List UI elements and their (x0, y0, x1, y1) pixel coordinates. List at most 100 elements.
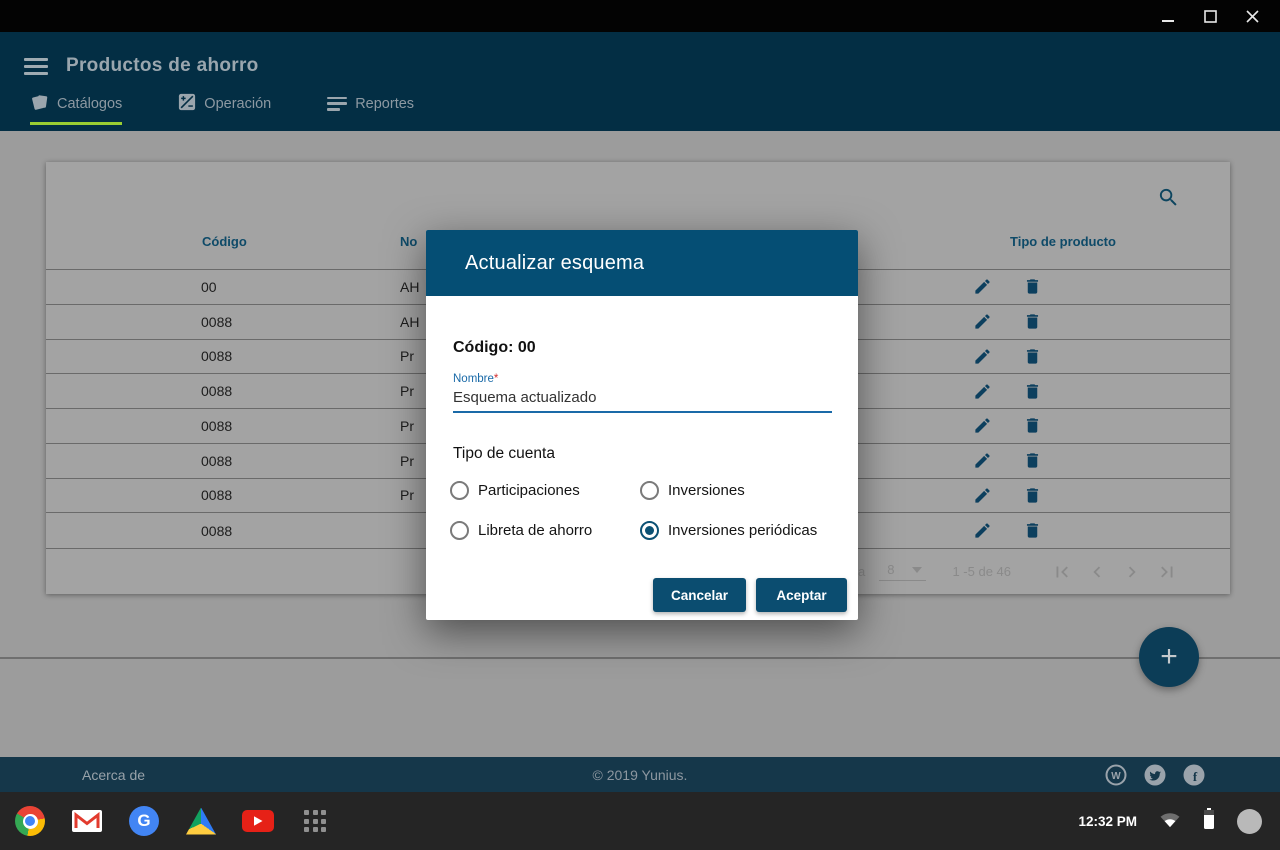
close-icon[interactable] (1238, 2, 1266, 30)
nombre-field-label: Nombre* (453, 373, 498, 385)
window-titlebar (0, 0, 1280, 32)
tab-catalogos[interactable]: Catálogos (30, 93, 122, 125)
maximize-icon[interactable] (1196, 2, 1224, 30)
dialog-header: Actualizar esquema (426, 230, 858, 296)
delete-trash-icon[interactable] (1023, 347, 1042, 366)
tab-bar: Catálogos Operación Reportes (0, 93, 1280, 125)
radio-inversiones[interactable]: Inversiones (640, 481, 817, 500)
system-shelf: G 12:32 PM (0, 792, 1280, 850)
chrome-icon[interactable] (14, 805, 46, 837)
svg-text:W: W (1111, 771, 1121, 782)
gmail-icon[interactable] (71, 805, 103, 837)
reports-icon (327, 97, 347, 111)
content-divider (0, 657, 1280, 659)
column-header-codigo: Código (46, 234, 400, 249)
edit-pencil-icon[interactable] (973, 451, 992, 470)
page-size-select[interactable]: 8 (879, 562, 926, 581)
wordpress-icon[interactable]: W (1105, 764, 1127, 786)
cell-codigo: 0088 (46, 487, 400, 503)
radio-participaciones[interactable]: Participaciones (450, 481, 640, 500)
cell-codigo: 0088 (46, 383, 400, 399)
cell-actions (840, 347, 1174, 366)
about-link[interactable]: Acerca de (82, 767, 145, 783)
cell-actions (840, 416, 1174, 435)
cell-actions (840, 312, 1174, 331)
hamburger-icon[interactable] (24, 54, 48, 79)
minimize-icon[interactable] (1154, 2, 1182, 30)
radio-label: Inversiones periódicas (668, 522, 817, 539)
app-header: Productos de ahorro Catálogos Operación … (0, 32, 1280, 131)
edit-pencil-icon[interactable] (973, 382, 992, 401)
radio-libreta-de-ahorro[interactable]: Libreta de ahorro (450, 521, 640, 540)
operation-icon (178, 93, 196, 115)
radio-label: Participaciones (478, 482, 580, 499)
screen: Productos de ahorro Catálogos Operación … (0, 0, 1280, 850)
chevron-down-icon (912, 567, 922, 573)
delete-trash-icon[interactable] (1023, 312, 1042, 331)
page-size-value: 8 (887, 562, 894, 577)
column-header-tipo-de-producto: Tipo de producto (896, 234, 1230, 249)
radio-circle-icon (640, 521, 659, 540)
cell-actions (840, 277, 1174, 296)
cell-codigo: 00 (46, 279, 400, 295)
cell-actions (840, 486, 1174, 505)
edit-pencil-icon[interactable] (973, 312, 992, 331)
delete-trash-icon[interactable] (1023, 451, 1042, 470)
tab-label: Reportes (355, 96, 414, 112)
accept-button[interactable]: Aceptar (756, 578, 847, 612)
cell-codigo: 0088 (46, 453, 400, 469)
last-page-icon[interactable] (1156, 561, 1178, 583)
tab-reportes[interactable]: Reportes (327, 93, 414, 125)
delete-trash-icon[interactable] (1023, 521, 1042, 540)
tab-operacion[interactable]: Operación (178, 93, 271, 125)
radio-label: Inversiones (668, 482, 745, 499)
next-page-icon[interactable] (1121, 561, 1143, 583)
rows-per-page-label: a (858, 564, 865, 579)
pagination-range: 1 -5 de 46 (952, 564, 1011, 579)
previous-page-icon[interactable] (1086, 561, 1108, 583)
battery-icon[interactable] (1203, 808, 1215, 835)
update-scheme-dialog: Actualizar esquema Código: 00 Nombre* Es… (426, 230, 858, 620)
nombre-input[interactable]: Esquema actualizado (453, 389, 832, 406)
add-button[interactable]: + (1139, 627, 1199, 687)
codigo-value: Código: 00 (453, 339, 536, 357)
cell-codigo: 0088 (46, 418, 400, 434)
delete-trash-icon[interactable] (1023, 486, 1042, 505)
cell-actions (840, 521, 1174, 540)
apps-grid-icon[interactable] (299, 805, 331, 837)
delete-trash-icon[interactable] (1023, 416, 1042, 435)
edit-pencil-icon[interactable] (973, 416, 992, 435)
edit-pencil-icon[interactable] (973, 521, 992, 540)
cell-codigo: 0088 (46, 314, 400, 330)
cell-codigo: 0088 (46, 523, 400, 539)
edit-pencil-icon[interactable] (973, 277, 992, 296)
radio-circle-icon (640, 481, 659, 500)
twitter-icon[interactable] (1144, 764, 1166, 786)
copyright-text: © 2019 Yunius. (0, 767, 1280, 783)
drive-icon[interactable] (185, 805, 217, 837)
cancel-button[interactable]: Cancelar (653, 578, 746, 612)
delete-trash-icon[interactable] (1023, 277, 1042, 296)
radio-inversiones-periodicas[interactable]: Inversiones periódicas (640, 521, 817, 540)
account-avatar[interactable] (1237, 809, 1262, 834)
cell-codigo: 0088 (46, 348, 400, 364)
youtube-icon[interactable] (242, 805, 274, 837)
facebook-icon[interactable]: f (1183, 764, 1205, 786)
delete-trash-icon[interactable] (1023, 382, 1042, 401)
radio-circle-icon (450, 481, 469, 500)
search-icon[interactable] (1157, 186, 1180, 214)
clock[interactable]: 12:32 PM (1078, 814, 1137, 829)
radio-label: Libreta de ahorro (478, 522, 592, 539)
edit-pencil-icon[interactable] (973, 347, 992, 366)
dialog-title: Actualizar esquema (465, 252, 644, 275)
edit-pencil-icon[interactable] (973, 486, 992, 505)
wifi-icon[interactable] (1159, 810, 1181, 833)
first-page-icon[interactable] (1051, 561, 1073, 583)
tab-label: Operación (204, 96, 271, 112)
tab-label: Catálogos (57, 96, 122, 112)
google-icon[interactable]: G (128, 805, 160, 837)
input-underline (453, 411, 832, 413)
account-type-radio-group: Participaciones Inversiones Libreta de a… (450, 481, 817, 540)
cell-actions (840, 451, 1174, 470)
page-title: Productos de ahorro (66, 55, 259, 77)
